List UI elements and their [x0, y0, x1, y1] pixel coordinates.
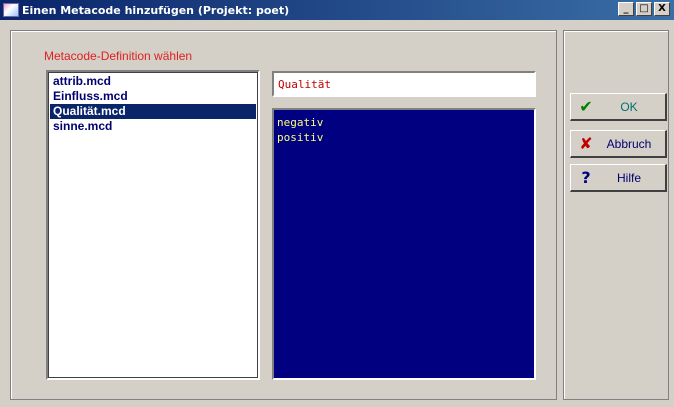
list-item[interactable]: Einfluss.mcd — [50, 89, 256, 104]
metacode-file-list[interactable]: attrib.mcd Einfluss.mcd Qualität.mcd sin… — [46, 70, 260, 380]
ok-button[interactable]: ✔ OK — [570, 93, 667, 121]
help-button-label: Hilfe — [616, 170, 641, 185]
minimize-button[interactable]: _ — [618, 2, 634, 16]
maximize-button[interactable]: □ — [636, 2, 652, 16]
cross-icon: ✘ — [579, 134, 593, 153]
list-item[interactable]: attrib.mcd — [50, 74, 256, 89]
help-button[interactable]: ? Hilfe — [570, 164, 667, 192]
metacode-name-field[interactable]: Qualität — [272, 71, 536, 97]
cancel-button[interactable]: ✘ Abbruch — [570, 130, 667, 158]
close-button[interactable]: X — [654, 2, 670, 16]
checkmark-icon: ✔ — [579, 97, 593, 116]
cancel-button-label: Abbruch — [606, 136, 652, 151]
metacode-values-list[interactable]: negativ positiv — [272, 108, 536, 380]
list-item-selected[interactable]: Qualität.mcd — [50, 104, 256, 119]
section-label: Metacode-Definition wählen — [44, 49, 193, 63]
button-panel — [563, 30, 669, 400]
value-item[interactable]: positiv — [277, 130, 531, 145]
app-icon — [3, 3, 19, 17]
ok-button-label: OK — [620, 99, 638, 114]
window-controls: _ □ X — [618, 2, 670, 16]
question-icon: ? — [581, 168, 591, 187]
window-title: Einen Metacode hinzufügen (Projekt: poet… — [22, 3, 290, 17]
list-item[interactable]: sinne.mcd — [50, 119, 256, 134]
value-item[interactable]: negativ — [277, 115, 531, 130]
title-bar[interactable]: Einen Metacode hinzufügen (Projekt: poet… — [0, 0, 674, 20]
dialog-window: Einen Metacode hinzufügen (Projekt: poet… — [0, 0, 674, 407]
